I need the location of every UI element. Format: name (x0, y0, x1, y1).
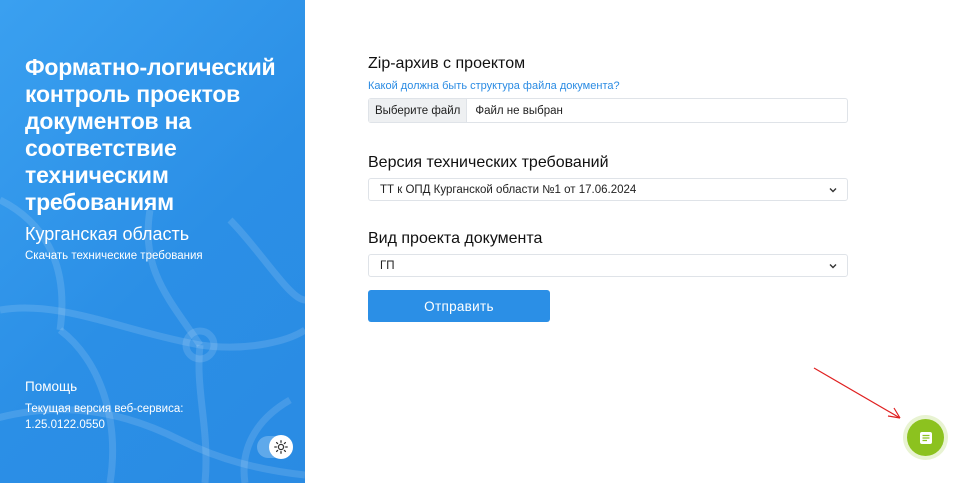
chevron-down-icon (829, 264, 837, 269)
file-input[interactable]: Выберите файл Файл не выбран (368, 98, 848, 123)
feedback-icon (919, 431, 932, 444)
document-type-value: ГП (380, 259, 395, 272)
zip-archive-label: Zip-архив с проектом (368, 55, 526, 72)
app-title: Форматно-логический контроль проектов до… (25, 54, 276, 215)
sidebar: Форматно-логический контроль проектов до… (0, 0, 305, 483)
choose-file-button[interactable]: Выберите файл (369, 99, 468, 122)
requirements-version-label: Версия технических требований (368, 154, 609, 171)
requirements-version-select[interactable]: ТТ к ОПД Курганской области №1 от 17.06.… (368, 178, 848, 201)
file-structure-link[interactable]: Какой должна быть структура файла докуме… (368, 80, 620, 92)
version-label: Текущая версия веб-сервиса: (25, 403, 184, 415)
download-requirements-link[interactable]: Скачать технические требования (25, 250, 203, 262)
help-link[interactable]: Помощь (25, 379, 77, 394)
feedback-button[interactable] (907, 419, 944, 456)
file-status: Файл не выбран (475, 104, 563, 117)
submit-button[interactable]: Отправить (368, 290, 550, 322)
document-type-select[interactable]: ГП (368, 254, 848, 277)
theme-toggle[interactable] (257, 435, 293, 459)
sun-icon (269, 435, 293, 459)
chevron-down-icon (829, 188, 837, 193)
region-name: Курганская область (25, 224, 190, 244)
requirements-version-value: ТТ к ОПД Курганской области №1 от 17.06.… (380, 183, 637, 196)
document-type-label: Вид проекта документа (368, 230, 543, 247)
version-value: 1.25.0122.0550 (25, 419, 105, 431)
annotation-arrow (813, 367, 901, 419)
